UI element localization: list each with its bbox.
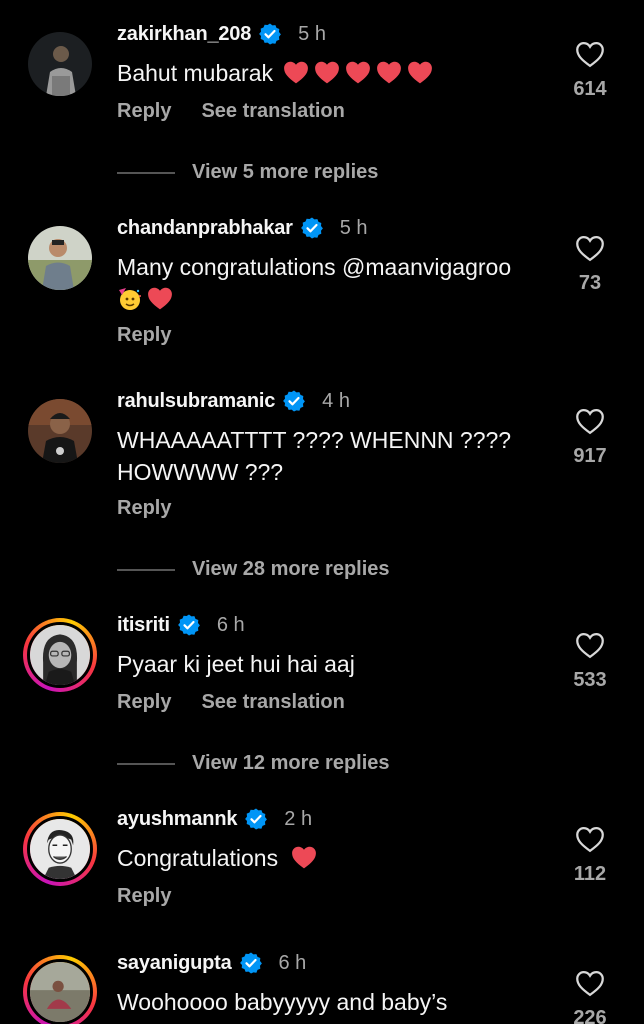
verified-badge-icon [177,613,201,637]
like-count: 614 [573,78,607,100]
comment-text: Pyaar ki jeet hui hai aaj [117,651,355,677]
timestamp: 6 h [278,951,307,974]
like-control: 73 [568,234,612,295]
red-heart-icon [284,61,309,84]
red-heart-icon [148,287,172,310]
like-control: 226 [568,969,612,1024]
username[interactable]: itisriti [117,614,170,637]
view-more-replies[interactable]: View 5 more replies [117,161,378,184]
timestamp: 6 h [216,613,245,636]
like-count: 533 [573,669,607,691]
timestamp: 5 h [298,22,326,45]
see-translation-button[interactable]: See translation [201,100,344,123]
avatar [27,959,93,1024]
see-translation-button[interactable]: See translation [201,691,344,714]
reply-button[interactable]: Reply [117,691,171,714]
comment-text: WHAAAAATTTT ???? WHENNN ???? HOWWWW ??? [117,427,512,485]
comments-feed: zakirkhan_208 5 h Bahut mubarak Reply Se… [0,0,644,1024]
divider-line [117,171,175,174]
like-count: 917 [573,445,607,467]
red-heart-icon [408,61,433,84]
like-count: 112 [573,863,607,885]
avatar [27,816,93,882]
party-face-emoji-icon [119,288,141,310]
verified-badge-icon [239,951,263,975]
timestamp: 2 h [284,807,313,830]
avatar-story-ring[interactable] [23,812,97,886]
like-control: 533 [568,631,612,692]
avatar-story-ring[interactable] [23,955,97,1024]
reply-button[interactable]: Reply [117,100,171,123]
view-more-replies[interactable]: View 12 more replies [117,752,390,775]
username[interactable]: zakirkhan_208 [117,23,251,46]
verified-badge-icon [244,807,268,831]
red-heart-icon [315,61,340,84]
like-heart-icon[interactable] [575,234,605,262]
comment-text: Congratulations [117,842,557,874]
red-heart-icon [346,61,371,84]
timestamp: 5 h [339,216,368,239]
like-heart-icon[interactable] [575,825,605,853]
timestamp: 4 h [322,389,350,412]
avatar[interactable] [28,32,92,96]
reply-button[interactable]: Reply [117,497,171,520]
comment-text: Woohoooo babyyyyy and baby’s [117,989,448,1015]
like-count: 73 [578,272,602,294]
verified-badge-icon [282,389,306,413]
avatar[interactable] [28,226,92,290]
like-control: 614 [568,40,612,101]
avatar [27,622,93,688]
like-control: 112 [568,825,612,886]
like-heart-icon[interactable] [575,969,605,997]
divider-line [117,762,175,765]
username[interactable]: ayushmannk [117,808,237,831]
avatar-story-ring[interactable] [23,618,97,692]
reply-button[interactable]: Reply [117,885,171,908]
comment-text: Bahut mubarak [117,57,557,89]
like-heart-icon[interactable] [575,631,605,659]
view-more-replies[interactable]: View 28 more replies [117,558,390,581]
red-heart-icon [291,846,316,869]
divider-line [117,568,175,571]
like-heart-icon[interactable] [575,407,605,435]
like-heart-icon[interactable] [575,40,605,68]
like-control: 917 [568,407,612,468]
comment-text: Many congratulations @maanvigagroo [117,251,557,315]
red-heart-icon [377,61,402,84]
verified-badge-icon [300,216,324,240]
avatar[interactable] [28,399,92,463]
username[interactable]: chandanprabhakar [117,217,293,240]
username[interactable]: sayanigupta [117,952,232,975]
like-count: 226 [573,1007,607,1024]
username[interactable]: rahulsubramanic [117,390,275,413]
red-heart-icons [283,60,438,86]
reply-button[interactable]: Reply [117,324,171,347]
verified-badge-icon [258,22,282,46]
